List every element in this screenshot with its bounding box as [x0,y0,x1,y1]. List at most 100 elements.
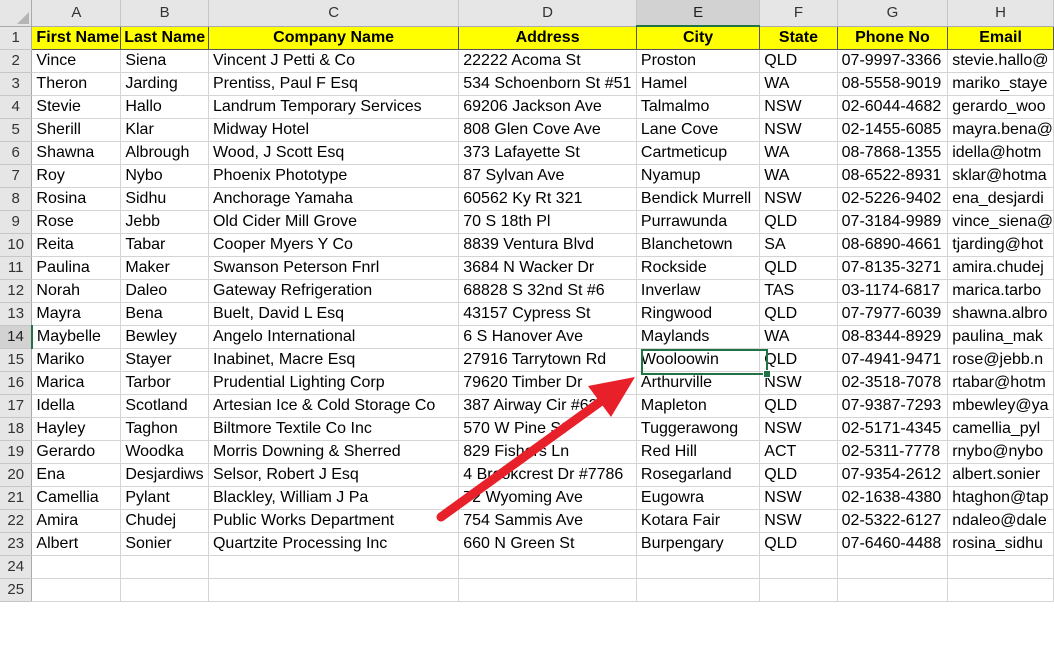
data-cell[interactable]: Woodka [120,440,209,464]
data-cell[interactable]: mbewley@ya [947,394,1054,418]
data-cell[interactable]: 6 S Hanover Ave [458,325,637,349]
empty-cell[interactable] [31,555,122,579]
empty-cell[interactable] [759,578,838,602]
data-cell[interactable]: Inverlaw [636,279,761,303]
data-cell[interactable]: Inabinet, Macre Esq [208,348,460,372]
data-cell[interactable]: gerardo_woo [947,95,1054,119]
data-cell[interactable]: 8839 Ventura Blvd [458,233,637,257]
data-cell[interactable]: 07-7977-6039 [837,302,949,326]
data-cell[interactable]: 02-5311-7778 [837,440,949,464]
data-cell[interactable]: Angelo International [208,325,460,349]
empty-cell[interactable] [120,555,209,579]
data-cell[interactable]: Landrum Temporary Services [208,95,460,119]
empty-cell[interactable] [208,555,460,579]
data-cell[interactable]: sklar@hotma [947,164,1054,188]
data-cell[interactable]: shawna.albro [947,302,1054,326]
data-cell[interactable]: vince_siena@ [947,210,1054,234]
empty-cell[interactable] [947,555,1054,579]
data-cell[interactable]: Mapleton [636,394,761,418]
data-cell[interactable]: Biltmore Textile Co Inc [208,417,460,441]
data-cell[interactable]: WA [759,141,838,165]
data-cell[interactable]: QLD [759,49,838,73]
data-cell[interactable]: Blanchetown [636,233,761,257]
empty-cell[interactable] [208,578,460,602]
data-cell[interactable]: SA [759,233,838,257]
data-cell[interactable]: Selsor, Robert J Esq [208,463,460,487]
data-cell[interactable]: Hayley [31,417,122,441]
data-cell[interactable]: QLD [759,302,838,326]
data-cell[interactable]: Red Hill [636,440,761,464]
data-cell[interactable]: 22222 Acoma St [458,49,637,73]
row-header[interactable]: 11 [0,256,33,280]
empty-cell[interactable] [837,578,949,602]
data-cell[interactable]: ndaleo@dale [947,509,1054,533]
data-cell[interactable]: rosina_sidhu [947,532,1054,556]
data-cell[interactable]: 02-3518-7078 [837,371,949,395]
data-cell[interactable]: Marica [31,371,122,395]
header-cell[interactable]: City [636,26,761,50]
data-cell[interactable]: Paulina [31,256,122,280]
column-header-a[interactable]: A [31,0,122,27]
data-cell[interactable]: Vincent J Petti & Co [208,49,460,73]
data-cell[interactable]: 03-1174-6817 [837,279,949,303]
data-cell[interactable]: Chudej [120,509,209,533]
data-cell[interactable]: Sonier [120,532,209,556]
data-cell[interactable]: 07-9387-7293 [837,394,949,418]
data-cell[interactable]: 07-9997-3366 [837,49,949,73]
data-cell[interactable]: Tarbor [120,371,209,395]
data-cell[interactable]: Sherill [31,118,122,142]
data-cell[interactable]: 68828 S 32nd St #6 [458,279,637,303]
data-cell[interactable]: Nyamup [636,164,761,188]
data-cell[interactable]: 72 Wyoming Ave [458,486,637,510]
data-cell[interactable]: 07-6460-4488 [837,532,949,556]
data-cell[interactable]: 02-5322-6127 [837,509,949,533]
row-header[interactable]: 15 [0,348,33,372]
data-cell[interactable]: 08-8344-8929 [837,325,949,349]
data-cell[interactable]: Quartzite Processing Inc [208,532,460,556]
data-cell[interactable]: mayra.bena@ [947,118,1054,142]
data-cell[interactable]: Mayra [31,302,122,326]
data-cell[interactable]: Lane Cove [636,118,761,142]
data-cell[interactable]: 07-9354-2612 [837,463,949,487]
data-cell[interactable]: NSW [759,417,838,441]
data-cell[interactable]: Roy [31,164,122,188]
data-cell[interactable]: Burpengary [636,532,761,556]
data-cell[interactable]: Cooper Myers Y Co [208,233,460,257]
row-header[interactable]: 10 [0,233,33,257]
data-cell[interactable]: paulina_mak [947,325,1054,349]
fill-handle[interactable] [763,370,771,378]
data-cell[interactable]: Maybelle [31,325,122,349]
data-cell[interactable]: ena_desjardi [947,187,1054,211]
empty-cell[interactable] [458,578,637,602]
data-cell[interactable]: Rockside [636,256,761,280]
data-cell[interactable]: QLD [759,532,838,556]
data-cell[interactable]: 79620 Timber Dr [458,371,637,395]
data-cell[interactable]: 07-8135-3271 [837,256,949,280]
data-cell[interactable]: tjarding@hot [947,233,1054,257]
data-cell[interactable]: 4 Brookcrest Dr #7786 [458,463,637,487]
data-cell[interactable]: 08-6522-8931 [837,164,949,188]
row-header[interactable]: 23 [0,532,33,556]
column-header-c[interactable]: C [208,0,460,27]
data-cell[interactable]: 3684 N Wacker Dr [458,256,637,280]
data-cell[interactable]: mariko_staye [947,72,1054,96]
data-cell[interactable]: Klar [120,118,209,142]
data-cell[interactable]: 570 W Pine St [458,417,637,441]
data-cell[interactable]: WA [759,72,838,96]
data-cell[interactable]: Taghon [120,417,209,441]
data-cell[interactable]: Prentiss, Paul F Esq [208,72,460,96]
row-header[interactable]: 25 [0,578,33,602]
data-cell[interactable]: albert.sonier [947,463,1054,487]
data-cell[interactable]: 08-7868-1355 [837,141,949,165]
row-header[interactable]: 4 [0,95,33,119]
data-cell[interactable]: Desjardiws [120,463,209,487]
header-cell[interactable]: Phone No [837,26,949,50]
data-cell[interactable]: 87 Sylvan Ave [458,164,637,188]
data-cell[interactable]: WA [759,164,838,188]
data-cell[interactable]: Purrawunda [636,210,761,234]
data-cell[interactable]: 02-1638-4380 [837,486,949,510]
data-cell[interactable]: 27916 Tarrytown Rd [458,348,637,372]
row-header[interactable]: 3 [0,72,33,96]
row-header[interactable]: 16 [0,371,33,395]
empty-cell[interactable] [636,578,761,602]
